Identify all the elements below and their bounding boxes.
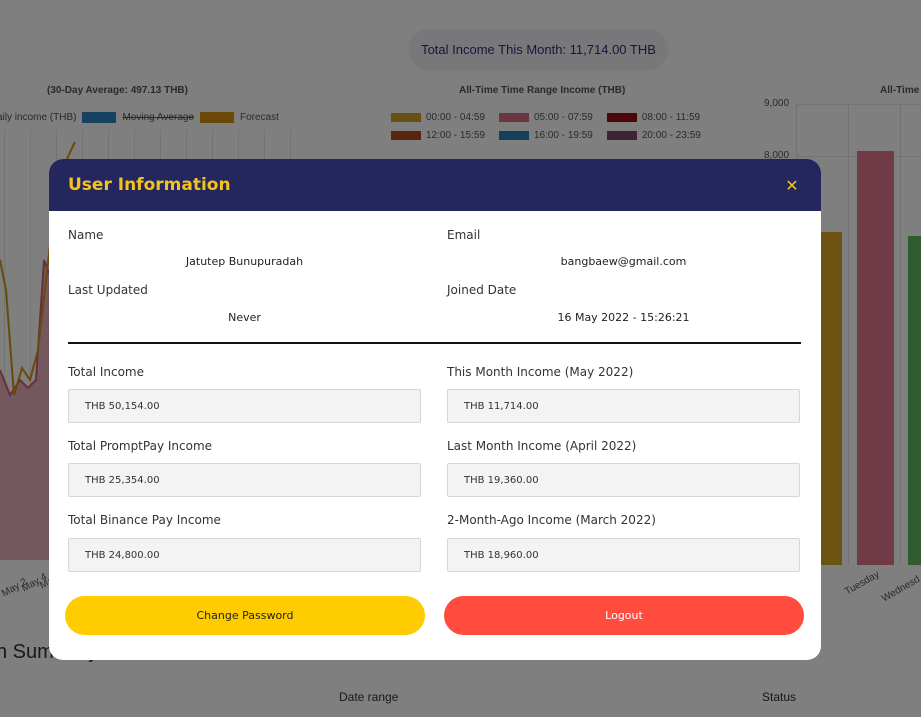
- modal-header: User Information ✕: [49, 159, 821, 211]
- close-icon[interactable]: ✕: [782, 176, 802, 195]
- joined-date-value: 16 May 2022 - 15:26:21: [557, 311, 690, 324]
- two-month-ago-income-field[interactable]: THB 18,960.00: [447, 538, 800, 572]
- last-month-income-field[interactable]: THB 19,360.00: [447, 463, 800, 497]
- email-label: Email: [447, 228, 481, 242]
- email-value: bangbaew@gmail.com: [560, 255, 687, 268]
- logout-button[interactable]: Logout: [444, 596, 804, 635]
- joined-date-label: Joined Date: [447, 283, 517, 297]
- last-month-income-label: Last Month Income (April 2022): [447, 439, 637, 453]
- two-month-ago-income-label: 2-Month-Ago Income (March 2022): [447, 513, 656, 527]
- modal-title: User Information: [68, 175, 231, 195]
- last-updated-label: Last Updated: [68, 283, 148, 297]
- promptpay-income-label: Total PromptPay Income: [68, 439, 213, 453]
- name-value: Jatutep Bunupuradah: [185, 255, 304, 268]
- promptpay-income-field[interactable]: THB 25,354.00: [68, 463, 421, 497]
- binance-income-label: Total Binance Pay Income: [68, 513, 221, 527]
- user-information-modal: User Information ✕ Name Jatutep Bunupura…: [49, 159, 821, 660]
- total-income-field[interactable]: THB 50,154.00: [68, 389, 421, 423]
- last-updated-value: Never: [228, 311, 261, 324]
- this-month-income-field[interactable]: THB 11,714.00: [447, 389, 800, 423]
- total-income-label: Total Income: [68, 365, 144, 379]
- name-label: Name: [68, 228, 104, 242]
- change-password-button[interactable]: Change Password: [65, 596, 425, 635]
- this-month-income-label: This Month Income (May 2022): [447, 365, 634, 379]
- section-divider: [68, 342, 801, 344]
- binance-income-field[interactable]: THB 24,800.00: [68, 538, 421, 572]
